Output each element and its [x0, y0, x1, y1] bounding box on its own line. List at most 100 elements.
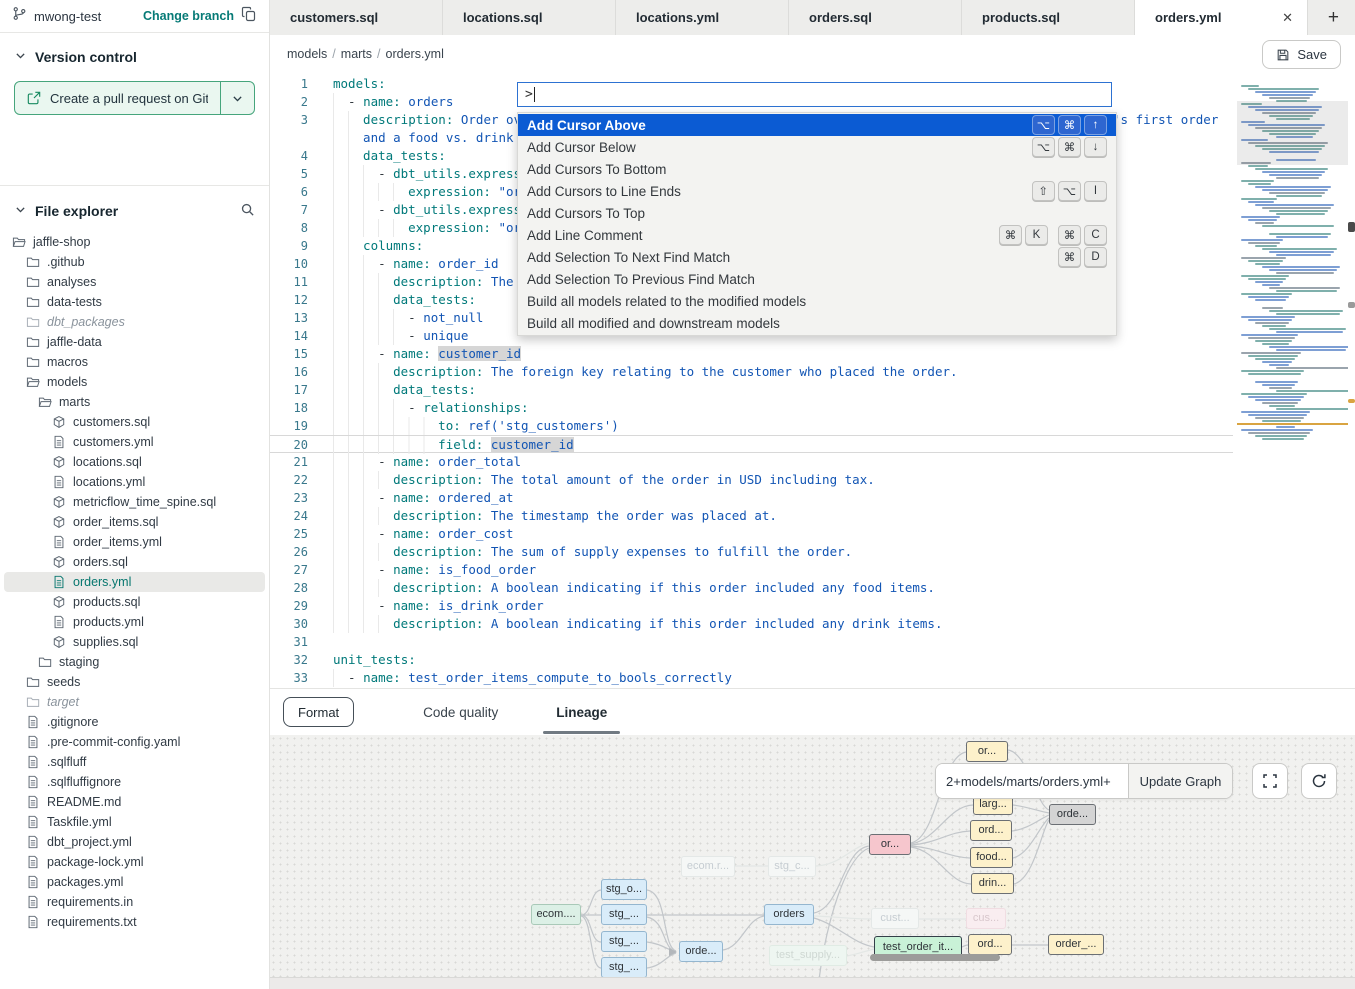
file-tree-item-.github[interactable]: .github — [4, 252, 265, 272]
file-tree-item-staging[interactable]: staging — [4, 652, 265, 672]
file-tree-item-requirements.in[interactable]: requirements.in — [4, 892, 265, 912]
lineage-hscrollbar-thumb[interactable] — [870, 954, 1000, 961]
palette-item[interactable]: Add Cursor Below⌥⌘↓ — [518, 136, 1116, 158]
tab-customers.sql[interactable]: customers.sql — [270, 0, 443, 35]
close-tab-icon[interactable]: ✕ — [1282, 10, 1293, 26]
code-line[interactable]: 20field: customer_id — [270, 435, 1233, 453]
save-button[interactable]: Save — [1262, 40, 1341, 69]
file-tree-item-dbt_packages[interactable]: dbt_packages — [4, 312, 265, 332]
file-tree-item-Taskfile.yml[interactable]: Taskfile.yml — [4, 812, 265, 832]
code-line[interactable]: 33- name: test_order_items_compute_to_bo… — [270, 669, 1235, 687]
file-tree-item-.gitignore[interactable]: .gitignore — [4, 712, 265, 732]
file-tree-item-order_items.sql[interactable]: order_items.sql — [4, 512, 265, 532]
pr-dropdown-button[interactable] — [220, 82, 254, 114]
file-tree-item-README.md[interactable]: README.md — [4, 792, 265, 812]
lineage-node-ecom[interactable]: ecom.... — [531, 904, 581, 925]
file-tree-item-customers.sql[interactable]: customers.sql — [4, 412, 265, 432]
code-line[interactable]: 23- name: ordered_at — [270, 489, 1235, 507]
lineage-node-test_supply[interactable]: test_supply... — [769, 945, 847, 966]
new-tab-button[interactable]: + — [1312, 0, 1355, 35]
code-line[interactable]: 19to: ref('stg_customers') — [270, 417, 1235, 435]
file-tree-item-macros[interactable]: macros — [4, 352, 265, 372]
file-tree-item-orders.yml[interactable]: orders.yml — [4, 572, 265, 592]
command-palette-input[interactable]: > — [517, 82, 1112, 107]
lineage-canvas[interactable]: or...larg...ord...or...food...drin...ord… — [270, 735, 1355, 977]
file-tree-item-dbt_project.yml[interactable]: dbt_project.yml — [4, 832, 265, 852]
file-tree-item-seeds[interactable]: seeds — [4, 672, 265, 692]
lineage-node-or[interactable]: or... — [966, 741, 1008, 762]
version-control-header[interactable]: Version control — [0, 33, 269, 73]
palette-item[interactable]: Add Selection To Previous Find Match — [518, 268, 1116, 290]
code-line[interactable]: 29- name: is_drink_order — [270, 597, 1235, 615]
lineage-node-ecomr[interactable]: ecom.r... — [681, 856, 735, 877]
lineage-node-stg_o[interactable]: stg_o... — [601, 879, 647, 900]
search-icon[interactable] — [240, 202, 255, 220]
breadcrumb-part[interactable]: models — [287, 47, 327, 61]
editor-scrollbar[interactable] — [1348, 72, 1355, 688]
code-line[interactable]: 25- name: order_cost — [270, 525, 1235, 543]
minimap[interactable] — [1237, 85, 1348, 447]
file-tree-item-package-lock.yml[interactable]: package-lock.yml — [4, 852, 265, 872]
code-line[interactable]: 26description: The sum of supply expense… — [270, 543, 1235, 561]
lineage-node-orde[interactable]: orde... — [1049, 804, 1096, 825]
file-tree-item-analyses[interactable]: analyses — [4, 272, 265, 292]
change-branch-link[interactable]: Change branch — [143, 9, 234, 23]
lineage-node-drin[interactable]: drin... — [971, 873, 1014, 894]
file-tree-item-.sqlfluffignore[interactable]: .sqlfluffignore — [4, 772, 265, 792]
file-tree-item-data-tests[interactable]: data-tests — [4, 292, 265, 312]
palette-item[interactable]: Add Line Comment⌘K⌘C — [518, 224, 1116, 246]
code-line[interactable]: 22description: The total amount of the o… — [270, 471, 1235, 489]
code-line[interactable]: 30description: A boolean indicating if t… — [270, 615, 1235, 633]
panel-tab-lineage[interactable]: Lineage — [531, 689, 632, 735]
file-tree-item-metricflow_time_spine.sql[interactable]: metricflow_time_spine.sql — [4, 492, 265, 512]
file-tree-item-customers.yml[interactable]: customers.yml — [4, 432, 265, 452]
code-line[interactable]: 32unit_tests: — [270, 651, 1235, 669]
tab-locations.sql[interactable]: locations.sql — [443, 0, 616, 35]
palette-item[interactable]: Add Cursors to Line Ends⇧⌥I — [518, 180, 1116, 202]
lineage-node-orders[interactable]: orders — [764, 904, 814, 925]
file-explorer-header[interactable]: File explorer — [0, 186, 269, 228]
lineage-node-stg_[interactable]: stg_... — [601, 931, 647, 952]
file-tree-item-target[interactable]: target — [4, 692, 265, 712]
code-line[interactable]: 21- name: order_total — [270, 453, 1235, 471]
code-line[interactable]: 16description: The foreign key relating … — [270, 363, 1235, 381]
lineage-node-stg_[interactable]: stg_... — [601, 957, 647, 977]
lineage-node-ord[interactable]: ord... — [970, 820, 1012, 841]
lineage-node-ord[interactable]: ord... — [968, 934, 1012, 955]
file-tree-item-marts[interactable]: marts — [4, 392, 265, 412]
code-editor[interactable]: 1models:2- name: orders3description: Ord… — [270, 72, 1355, 688]
lineage-node-order_[interactable]: order_... — [1048, 934, 1104, 955]
file-tree-item-.pre-commit-config.yaml[interactable]: .pre-commit-config.yaml — [4, 732, 265, 752]
lineage-search-input[interactable] — [936, 764, 1128, 798]
code-line[interactable]: 31 — [270, 633, 1235, 651]
palette-item[interactable]: Add Cursors To Bottom — [518, 158, 1116, 180]
create-pr-button[interactable]: Create a pull request on Git... — [14, 81, 255, 115]
file-tree-item-models[interactable]: models — [4, 372, 265, 392]
code-line[interactable]: 17data_tests: — [270, 381, 1235, 399]
tab-locations.yml[interactable]: locations.yml — [616, 0, 789, 35]
file-tree-item-products.sql[interactable]: products.sql — [4, 592, 265, 612]
tab-products.sql[interactable]: products.sql — [962, 0, 1135, 35]
file-tree-item-requirements.txt[interactable]: requirements.txt — [4, 912, 265, 932]
refresh-button[interactable] — [1301, 763, 1337, 799]
file-tree-item-orders.sql[interactable]: orders.sql — [4, 552, 265, 572]
lineage-node-food[interactable]: food... — [970, 847, 1013, 868]
fullscreen-button[interactable] — [1252, 763, 1288, 799]
file-tree-item-.sqlfluff[interactable]: .sqlfluff — [4, 752, 265, 772]
update-graph-button[interactable]: Update Graph — [1128, 764, 1232, 798]
file-tree-item-jaffle-shop[interactable]: jaffle-shop — [4, 232, 265, 252]
file-tree-item-jaffle-data[interactable]: jaffle-data — [4, 332, 265, 352]
panel-tab-code-quality[interactable]: Code quality — [398, 689, 523, 735]
lineage-node-stg_[interactable]: stg_... — [601, 904, 647, 925]
palette-item[interactable]: Build all modified and downstream models — [518, 312, 1116, 334]
palette-item[interactable]: Build all models related to the modified… — [518, 290, 1116, 312]
lineage-node-cust[interactable]: cust... — [871, 908, 919, 929]
file-tree-item-locations.sql[interactable]: locations.sql — [4, 452, 265, 472]
breadcrumb-part[interactable]: marts — [341, 47, 372, 61]
lineage-node-stg_c[interactable]: stg_c... — [768, 856, 816, 877]
breadcrumb-part[interactable]: orders.yml — [386, 47, 444, 61]
palette-item[interactable]: Add Cursors To Top — [518, 202, 1116, 224]
palette-item[interactable]: Add Cursor Above⌥⌘↑ — [518, 114, 1116, 136]
file-tree-item-packages.yml[interactable]: packages.yml — [4, 872, 265, 892]
file-tree-item-products.yml[interactable]: products.yml — [4, 612, 265, 632]
